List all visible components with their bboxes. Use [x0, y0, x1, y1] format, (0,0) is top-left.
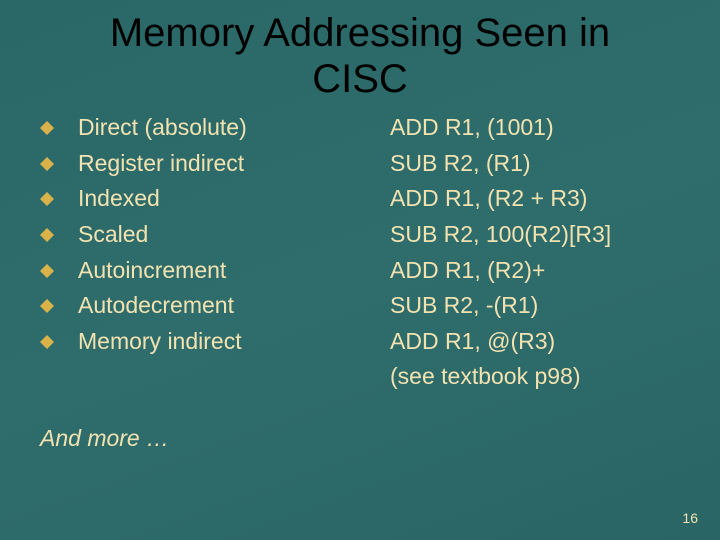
- mode-name: Indexed: [78, 181, 160, 217]
- list-item: Register indirect: [40, 146, 380, 182]
- example-text: SUB R2, (R1): [390, 146, 531, 182]
- title-line-1: Memory Addressing Seen in: [110, 11, 610, 55]
- example-item: ADD R1, (R2 + R3): [390, 181, 690, 217]
- list-item: Autoincrement: [40, 253, 380, 289]
- diamond-bullet-icon: [40, 262, 78, 278]
- example-text: ADD R1, (R2)+: [390, 253, 545, 289]
- mode-name: Autoincrement: [78, 253, 226, 289]
- example-text: ADD R1, @(R3): [390, 324, 555, 360]
- diamond-bullet-icon: [40, 119, 78, 135]
- example-item: SUB R2, 100(R2)[R3]: [390, 217, 690, 253]
- title-line-2: CISC: [312, 57, 408, 101]
- mode-name: Register indirect: [78, 146, 244, 182]
- addressing-modes-list: Direct (absolute) Register indirect Inde…: [40, 110, 380, 395]
- page-number: 16: [682, 510, 698, 526]
- example-item: ADD R1, @(R3): [390, 324, 690, 360]
- example-item: ADD R1, (R2)+: [390, 253, 690, 289]
- list-item: Indexed: [40, 181, 380, 217]
- example-text: SUB R2, -(R1): [390, 288, 538, 324]
- example-text: SUB R2, 100(R2)[R3]: [390, 217, 611, 253]
- diamond-bullet-icon: [40, 155, 78, 171]
- diamond-bullet-icon: [40, 297, 78, 313]
- mode-name: Direct (absolute): [78, 110, 247, 146]
- slide-body: Direct (absolute) Register indirect Inde…: [0, 102, 720, 395]
- diamond-bullet-icon: [40, 226, 78, 242]
- diamond-bullet-icon: [40, 190, 78, 206]
- example-item: (see textbook p98): [390, 359, 690, 395]
- slide-title: Memory Addressing Seen in CISC: [0, 0, 720, 102]
- and-more-text: And more …: [0, 395, 720, 452]
- example-item: SUB R2, -(R1): [390, 288, 690, 324]
- mode-name: Memory indirect: [78, 324, 242, 360]
- examples-list: ADD R1, (1001) SUB R2, (R1) ADD R1, (R2 …: [380, 110, 690, 395]
- list-item: Scaled: [40, 217, 380, 253]
- list-item: Autodecrement: [40, 288, 380, 324]
- mode-name: Autodecrement: [78, 288, 234, 324]
- example-text: ADD R1, (R2 + R3): [390, 181, 587, 217]
- example-item: ADD R1, (1001): [390, 110, 690, 146]
- list-item: Memory indirect: [40, 324, 380, 360]
- list-item: Direct (absolute): [40, 110, 380, 146]
- textbook-reference: (see textbook p98): [390, 359, 581, 395]
- example-item: SUB R2, (R1): [390, 146, 690, 182]
- mode-name: Scaled: [78, 217, 148, 253]
- example-text: ADD R1, (1001): [390, 110, 554, 146]
- diamond-bullet-icon: [40, 333, 78, 349]
